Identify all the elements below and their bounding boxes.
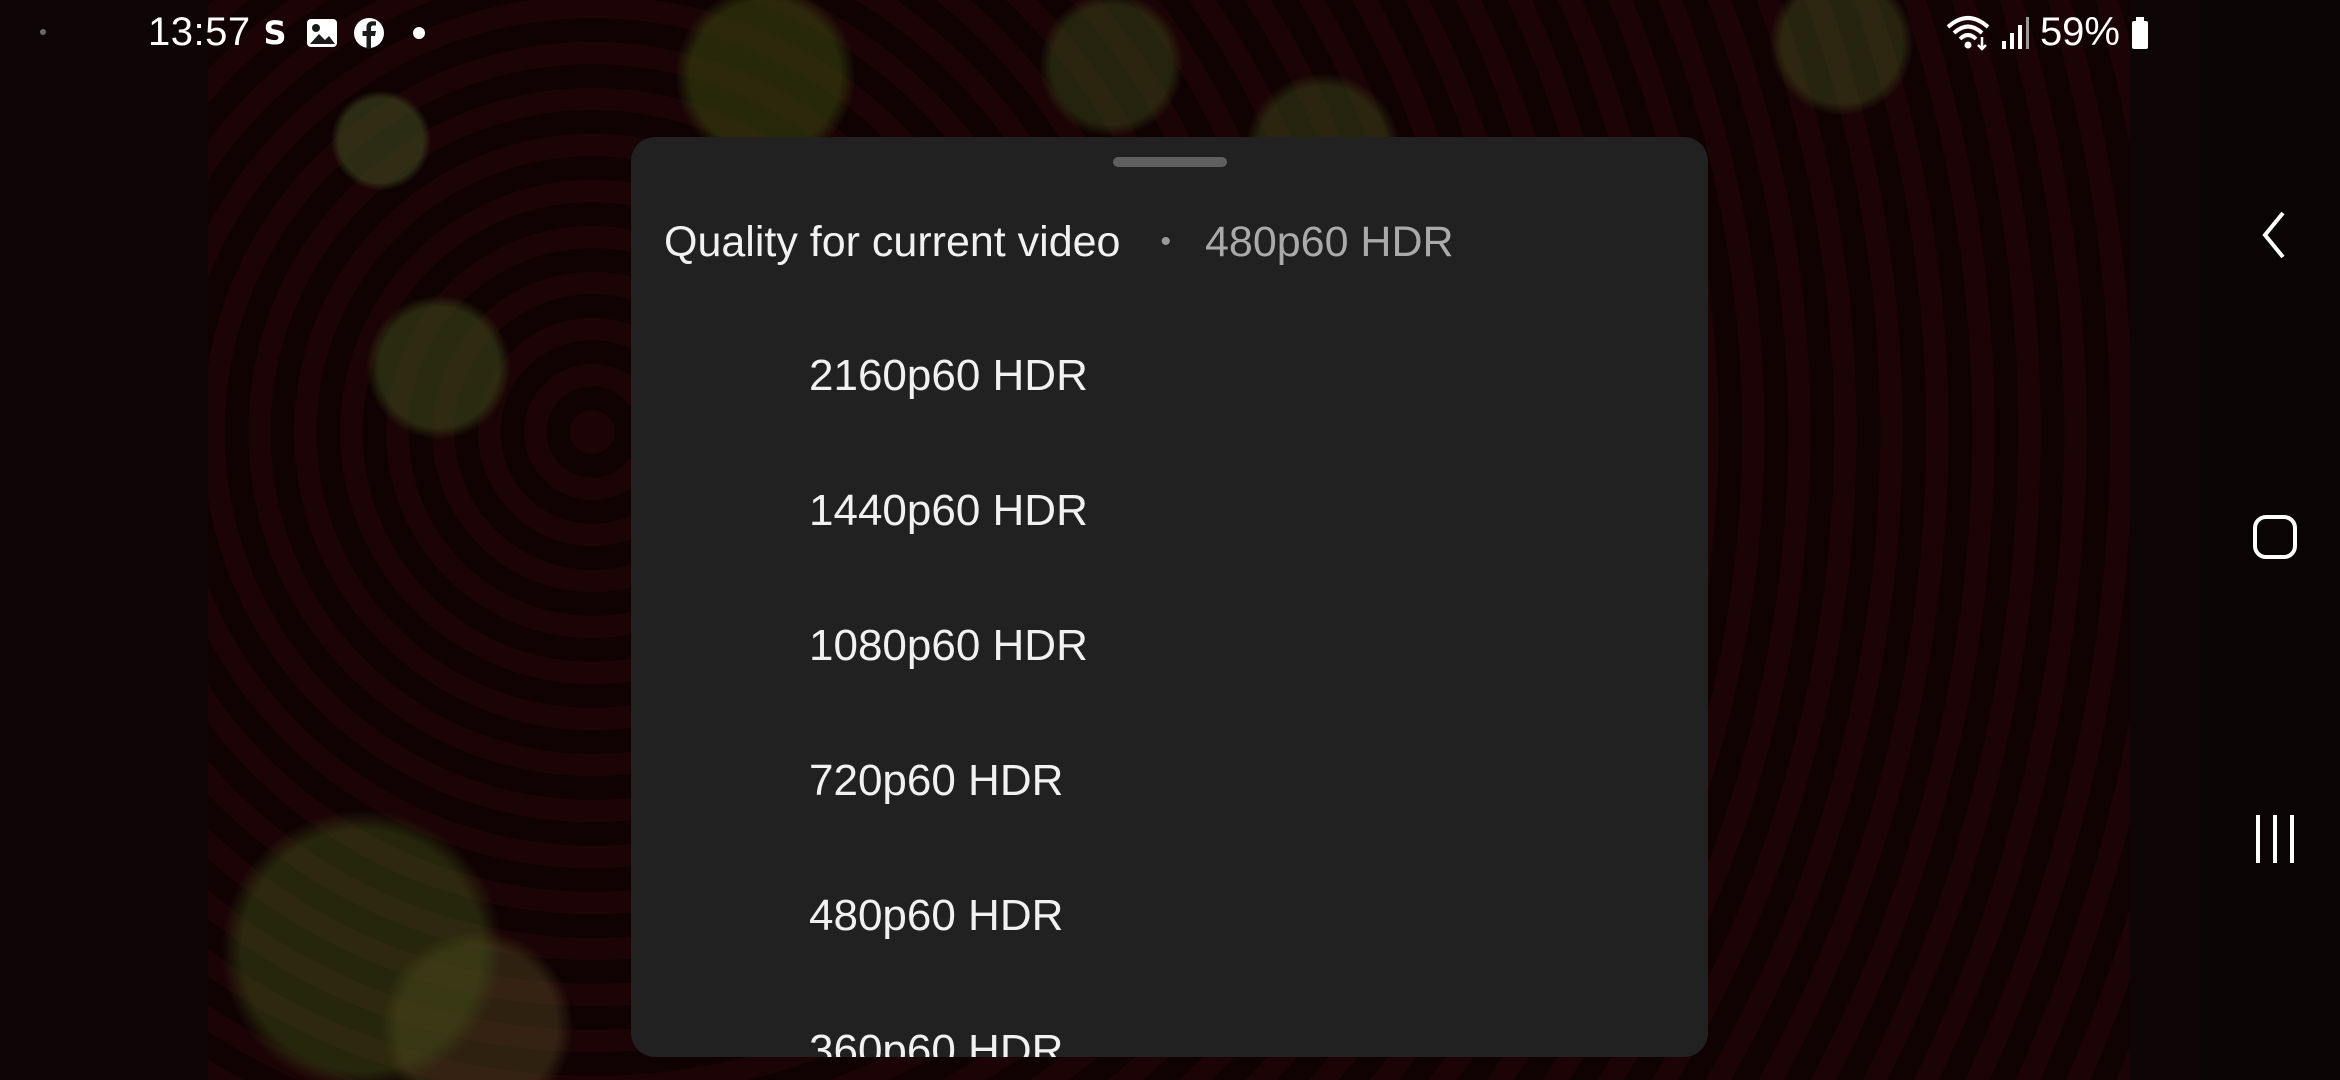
- back-button[interactable]: [2240, 200, 2310, 270]
- quality-option-480p60[interactable]: 480p60 HDR: [631, 848, 1708, 983]
- quality-option-1440p60[interactable]: 1440p60 HDR: [631, 443, 1708, 578]
- quality-option-label: 360p60 HDR: [809, 1025, 1064, 1058]
- home-icon: [2253, 515, 2297, 559]
- status-time: 13:57: [148, 10, 251, 54]
- quality-option-label: 1080p60 HDR: [809, 620, 1088, 670]
- quality-option-label: 2160p60 HDR: [809, 350, 1088, 400]
- current-quality: 480p60 HDR: [1205, 217, 1454, 266]
- quality-option-label: 1440p60 HDR: [809, 485, 1088, 535]
- quality-option-1080p60[interactable]: 1080p60 HDR: [631, 578, 1708, 713]
- screen: 13:57 S 59% Quality for current video • …: [0, 0, 2340, 1080]
- quality-option-label: 480p60 HDR: [809, 890, 1064, 940]
- sheet-title: Quality for current video: [664, 217, 1121, 266]
- battery-percent: 59%: [2039, 10, 2120, 54]
- quality-bottom-sheet: Quality for current video • 480p60 HDR 2…: [631, 137, 1708, 1057]
- quality-option-720p60[interactable]: 720p60 HDR: [631, 713, 1708, 848]
- wifi-icon: [1946, 15, 1990, 51]
- drag-handle[interactable]: [1113, 157, 1227, 167]
- recents-icon: [2256, 815, 2294, 863]
- quality-option-360p60[interactable]: 360p60 HDR: [631, 983, 1708, 1058]
- more-notifications-dot-icon: [413, 27, 425, 39]
- status-bar: 13:57 S 59%: [0, 0, 2340, 66]
- recents-button[interactable]: [2240, 804, 2310, 874]
- home-button[interactable]: [2240, 502, 2310, 572]
- facebook-icon: [354, 18, 384, 49]
- quality-option-2160p60[interactable]: 2160p60 HDR: [631, 308, 1708, 443]
- skype-icon: S: [263, 16, 286, 50]
- status-indicator-dot: [40, 29, 46, 35]
- signal-icon: [2001, 16, 2029, 49]
- svg-text:S: S: [263, 16, 286, 50]
- gallery-icon: [307, 19, 337, 47]
- back-icon: [2262, 211, 2285, 259]
- status-right-group: 59%: [1946, 10, 2150, 55]
- sheet-header: Quality for current video • 480p60 HDR: [664, 212, 1454, 272]
- battery-icon: [2132, 16, 2148, 49]
- header-separator: •: [1160, 225, 1171, 258]
- quality-option-label: 720p60 HDR: [809, 755, 1064, 805]
